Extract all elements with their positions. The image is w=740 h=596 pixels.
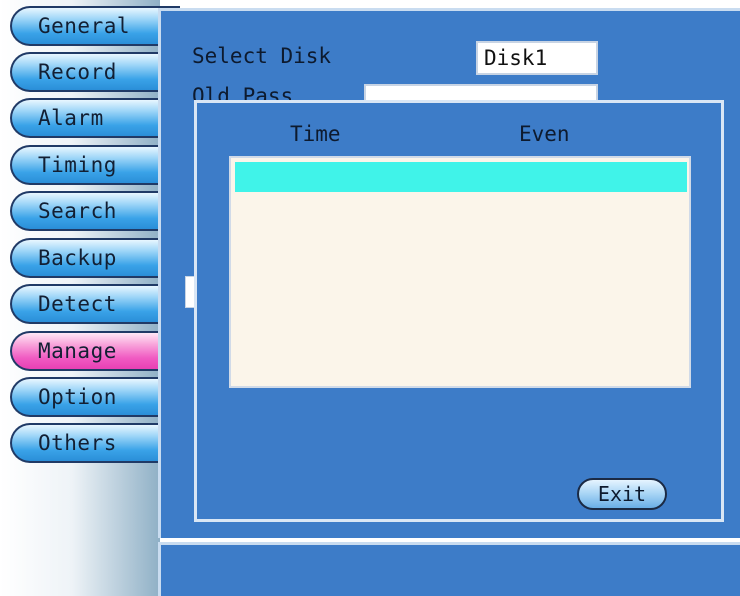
exit-button[interactable]: Exit [577,478,667,510]
nav-item-label: Backup [38,246,117,270]
log-row-selected[interactable] [235,162,687,192]
nav-item-label: Alarm [38,106,104,130]
nav-item-label: Others [38,431,117,455]
column-header-event: Even [519,122,570,146]
select-disk-field[interactable]: Disk1 [476,41,598,75]
nav-item-label: Manage [38,339,117,363]
column-header-time: Time [290,122,341,146]
nav-item-record[interactable]: Record [10,52,180,92]
nav-item-label: Option [38,385,117,409]
nav-item-label: Detect [38,292,117,316]
nav-item-label: Record [38,60,117,84]
nav-item-label: Search [38,199,117,223]
nav-item-label: General [38,14,131,38]
select-disk-label: Select Disk [192,44,332,68]
nav-item-general[interactable]: General [10,6,180,46]
nav-item-others[interactable]: Others [10,423,180,463]
nav-item-alarm[interactable]: Alarm [10,98,180,138]
nav-item-timing[interactable]: Timing [10,145,180,185]
nav-item-manage[interactable]: Manage [10,331,180,371]
log-list[interactable] [229,156,691,388]
nav-item-option[interactable]: Option [10,377,180,417]
nav-item-search[interactable]: Search [10,191,180,231]
nav-item-label: Timing [38,153,117,177]
status-bar [158,542,740,596]
nav-item-detect[interactable]: Detect [10,284,180,324]
nav-item-backup[interactable]: Backup [10,238,180,278]
